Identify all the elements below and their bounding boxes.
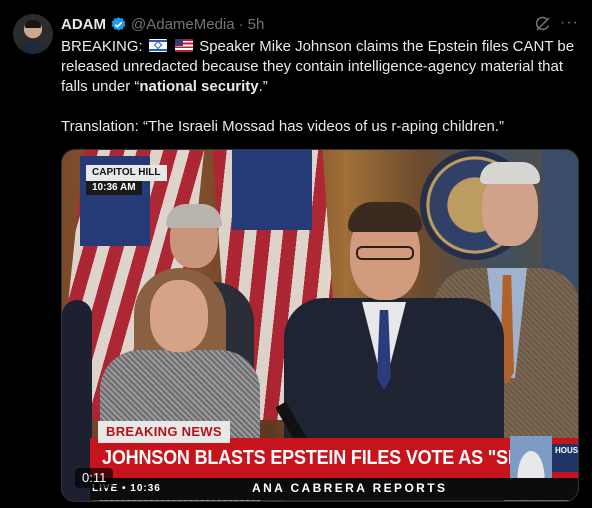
clock-label: 10:36 AM xyxy=(86,181,142,195)
tweet-bold-phrase: national security xyxy=(139,78,259,95)
separator-dot: · xyxy=(238,15,244,33)
corner-label: HOUS xyxy=(552,444,578,472)
verified-badge-icon xyxy=(111,16,126,31)
more-icon[interactable]: ··· xyxy=(560,14,578,32)
capitol-dome-icon xyxy=(510,436,552,478)
grok-icon[interactable] xyxy=(534,15,552,33)
flag-canton-center xyxy=(232,150,312,230)
israel-flag-icon xyxy=(148,39,167,52)
tweet-body-end: .” xyxy=(258,78,268,95)
video-player[interactable]: CAPITOL HILL 10:36 AM BREAKING NEWS JOHN… xyxy=(61,149,579,502)
location-bug: CAPITOL HILL 10:36 AM xyxy=(86,165,167,195)
headline-text: JOHNSON BLASTS EPSTEIN FILES VOTE AS "SH… xyxy=(102,447,579,469)
breaking-news-label: BREAKING NEWS xyxy=(98,421,230,443)
tweet-paragraph-2: Translation: “The Israeli Mossad has vid… xyxy=(61,118,504,135)
tweet-header: ADAM @AdameMedia · 5h xyxy=(61,14,264,34)
us-flag-icon xyxy=(175,39,194,52)
tweet-text: BREAKING: Speaker Mike Johnson claims th… xyxy=(61,37,576,137)
post-time[interactable]: 5h xyxy=(248,16,265,33)
author-avatar[interactable] xyxy=(13,14,53,54)
breaking-prefix: BREAKING: xyxy=(61,38,143,55)
video-duration: 0:11 xyxy=(75,468,114,488)
location-label: CAPITOL HILL xyxy=(86,165,167,181)
author-name[interactable]: ADAM xyxy=(61,16,106,33)
author-handle[interactable]: @AdameMedia xyxy=(131,16,235,33)
tweet-paragraph-1: BREAKING: Speaker Mike Johnson claims th… xyxy=(61,37,576,97)
program-label: ANA CABRERA REPORTS xyxy=(252,481,448,495)
